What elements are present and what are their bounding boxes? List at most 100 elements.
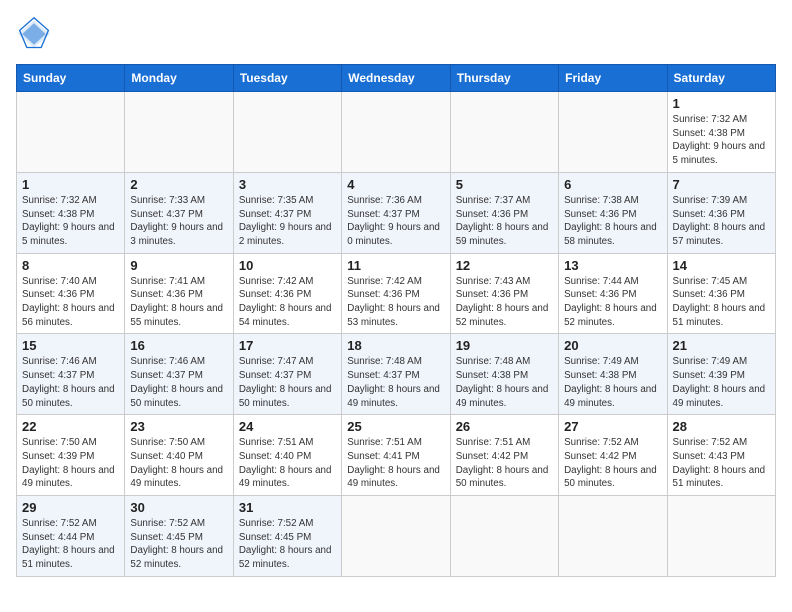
calendar-cell: 22 Sunrise: 7:50 AMSunset: 4:39 PMDaylig… [17, 415, 125, 496]
day-number: 25 [347, 419, 444, 434]
calendar-cell: 31 Sunrise: 7:52 AMSunset: 4:45 PMDaylig… [233, 496, 341, 577]
day-info: Sunrise: 7:50 AMSunset: 4:40 PMDaylight:… [130, 437, 223, 489]
day-number: 8 [22, 258, 119, 273]
header-thursday: Thursday [450, 65, 558, 92]
calendar-cell: 21 Sunrise: 7:49 AMSunset: 4:39 PMDaylig… [667, 334, 775, 415]
calendar-cell: 28 Sunrise: 7:52 AMSunset: 4:43 PMDaylig… [667, 415, 775, 496]
day-info: Sunrise: 7:46 AMSunset: 4:37 PMDaylight:… [22, 356, 115, 408]
day-number: 11 [347, 258, 444, 273]
day-info: Sunrise: 7:45 AMSunset: 4:36 PMDaylight:… [673, 276, 766, 328]
calendar-cell: 4 Sunrise: 7:36 AMSunset: 4:37 PMDayligh… [342, 172, 450, 253]
calendar-cell: 25 Sunrise: 7:51 AMSunset: 4:41 PMDaylig… [342, 415, 450, 496]
day-number: 26 [456, 419, 553, 434]
calendar-cell: 15 Sunrise: 7:46 AMSunset: 4:37 PMDaylig… [17, 334, 125, 415]
calendar-cell: 17 Sunrise: 7:47 AMSunset: 4:37 PMDaylig… [233, 334, 341, 415]
day-info: Sunrise: 7:43 AMSunset: 4:36 PMDaylight:… [456, 276, 549, 328]
day-info: Sunrise: 7:44 AMSunset: 4:36 PMDaylight:… [564, 276, 657, 328]
calendar-cell: 19 Sunrise: 7:48 AMSunset: 4:38 PMDaylig… [450, 334, 558, 415]
calendar-cell: 2 Sunrise: 7:33 AMSunset: 4:37 PMDayligh… [125, 172, 233, 253]
day-number: 22 [22, 419, 119, 434]
day-info: Sunrise: 7:49 AMSunset: 4:38 PMDaylight:… [564, 356, 657, 408]
day-number: 4 [347, 177, 444, 192]
day-number: 28 [673, 419, 770, 434]
calendar-cell: 27 Sunrise: 7:52 AMSunset: 4:42 PMDaylig… [559, 415, 667, 496]
day-info: Sunrise: 7:38 AMSunset: 4:36 PMDaylight:… [564, 195, 657, 247]
day-number: 20 [564, 338, 661, 353]
calendar-week-row: 1 Sunrise: 7:32 AMSunset: 4:38 PMDayligh… [17, 172, 776, 253]
day-info: Sunrise: 7:33 AMSunset: 4:37 PMDaylight:… [130, 195, 223, 247]
calendar-cell: 13 Sunrise: 7:44 AMSunset: 4:36 PMDaylig… [559, 253, 667, 334]
day-number: 23 [130, 419, 227, 434]
day-info: Sunrise: 7:51 AMSunset: 4:41 PMDaylight:… [347, 437, 440, 489]
day-info: Sunrise: 7:48 AMSunset: 4:38 PMDaylight:… [456, 356, 549, 408]
calendar-cell: 10 Sunrise: 7:42 AMSunset: 4:36 PMDaylig… [233, 253, 341, 334]
day-info: Sunrise: 7:50 AMSunset: 4:39 PMDaylight:… [22, 437, 115, 489]
calendar-cell: 1 Sunrise: 7:32 AMSunset: 4:38 PMDayligh… [667, 92, 775, 173]
calendar-cell: 12 Sunrise: 7:43 AMSunset: 4:36 PMDaylig… [450, 253, 558, 334]
day-info: Sunrise: 7:49 AMSunset: 4:39 PMDaylight:… [673, 356, 766, 408]
header-wednesday: Wednesday [342, 65, 450, 92]
calendar-cell [125, 92, 233, 173]
day-info: Sunrise: 7:40 AMSunset: 4:36 PMDaylight:… [22, 276, 115, 328]
day-number: 27 [564, 419, 661, 434]
calendar-week-row: 8 Sunrise: 7:40 AMSunset: 4:36 PMDayligh… [17, 253, 776, 334]
day-number: 5 [456, 177, 553, 192]
day-info: Sunrise: 7:36 AMSunset: 4:37 PMDaylight:… [347, 195, 440, 247]
calendar-cell [450, 92, 558, 173]
day-info: Sunrise: 7:52 AMSunset: 4:42 PMDaylight:… [564, 437, 657, 489]
calendar-cell: 1 Sunrise: 7:32 AMSunset: 4:38 PMDayligh… [17, 172, 125, 253]
day-info: Sunrise: 7:52 AMSunset: 4:43 PMDaylight:… [673, 437, 766, 489]
day-info: Sunrise: 7:46 AMSunset: 4:37 PMDaylight:… [130, 356, 223, 408]
day-number: 12 [456, 258, 553, 273]
calendar-header-row: SundayMondayTuesdayWednesdayThursdayFrid… [17, 65, 776, 92]
calendar-week-row: 29 Sunrise: 7:52 AMSunset: 4:44 PMDaylig… [17, 496, 776, 577]
header-sunday: Sunday [17, 65, 125, 92]
calendar-table: SundayMondayTuesdayWednesdayThursdayFrid… [16, 64, 776, 577]
day-info: Sunrise: 7:47 AMSunset: 4:37 PMDaylight:… [239, 356, 332, 408]
calendar-cell [342, 496, 450, 577]
calendar-cell [450, 496, 558, 577]
day-number: 3 [239, 177, 336, 192]
calendar-cell: 23 Sunrise: 7:50 AMSunset: 4:40 PMDaylig… [125, 415, 233, 496]
day-number: 17 [239, 338, 336, 353]
calendar-week-row: 1 Sunrise: 7:32 AMSunset: 4:38 PMDayligh… [17, 92, 776, 173]
calendar-cell [559, 92, 667, 173]
day-number: 1 [673, 96, 770, 111]
day-info: Sunrise: 7:42 AMSunset: 4:36 PMDaylight:… [239, 276, 332, 328]
day-info: Sunrise: 7:37 AMSunset: 4:36 PMDaylight:… [456, 195, 549, 247]
day-number: 19 [456, 338, 553, 353]
calendar-cell: 3 Sunrise: 7:35 AMSunset: 4:37 PMDayligh… [233, 172, 341, 253]
day-number: 15 [22, 338, 119, 353]
calendar-cell: 18 Sunrise: 7:48 AMSunset: 4:37 PMDaylig… [342, 334, 450, 415]
calendar-week-row: 15 Sunrise: 7:46 AMSunset: 4:37 PMDaylig… [17, 334, 776, 415]
header-friday: Friday [559, 65, 667, 92]
day-number: 31 [239, 500, 336, 515]
calendar-week-row: 22 Sunrise: 7:50 AMSunset: 4:39 PMDaylig… [17, 415, 776, 496]
day-number: 9 [130, 258, 227, 273]
day-info: Sunrise: 7:42 AMSunset: 4:36 PMDaylight:… [347, 276, 440, 328]
day-number: 1 [22, 177, 119, 192]
day-number: 30 [130, 500, 227, 515]
calendar-cell: 26 Sunrise: 7:51 AMSunset: 4:42 PMDaylig… [450, 415, 558, 496]
calendar-cell: 9 Sunrise: 7:41 AMSunset: 4:36 PMDayligh… [125, 253, 233, 334]
logo [16, 16, 56, 52]
logo-icon [16, 16, 52, 52]
day-info: Sunrise: 7:52 AMSunset: 4:45 PMDaylight:… [239, 518, 332, 570]
day-number: 7 [673, 177, 770, 192]
calendar-cell: 7 Sunrise: 7:39 AMSunset: 4:36 PMDayligh… [667, 172, 775, 253]
day-number: 21 [673, 338, 770, 353]
day-info: Sunrise: 7:48 AMSunset: 4:37 PMDaylight:… [347, 356, 440, 408]
calendar-cell: 16 Sunrise: 7:46 AMSunset: 4:37 PMDaylig… [125, 334, 233, 415]
day-info: Sunrise: 7:51 AMSunset: 4:40 PMDaylight:… [239, 437, 332, 489]
day-info: Sunrise: 7:32 AMSunset: 4:38 PMDaylight:… [22, 195, 115, 247]
calendar-cell: 24 Sunrise: 7:51 AMSunset: 4:40 PMDaylig… [233, 415, 341, 496]
calendar-cell: 29 Sunrise: 7:52 AMSunset: 4:44 PMDaylig… [17, 496, 125, 577]
day-info: Sunrise: 7:35 AMSunset: 4:37 PMDaylight:… [239, 195, 332, 247]
day-info: Sunrise: 7:41 AMSunset: 4:36 PMDaylight:… [130, 276, 223, 328]
day-info: Sunrise: 7:52 AMSunset: 4:45 PMDaylight:… [130, 518, 223, 570]
day-info: Sunrise: 7:51 AMSunset: 4:42 PMDaylight:… [456, 437, 549, 489]
day-info: Sunrise: 7:39 AMSunset: 4:36 PMDaylight:… [673, 195, 766, 247]
header-saturday: Saturday [667, 65, 775, 92]
calendar-cell [233, 92, 341, 173]
page-header [16, 16, 776, 52]
